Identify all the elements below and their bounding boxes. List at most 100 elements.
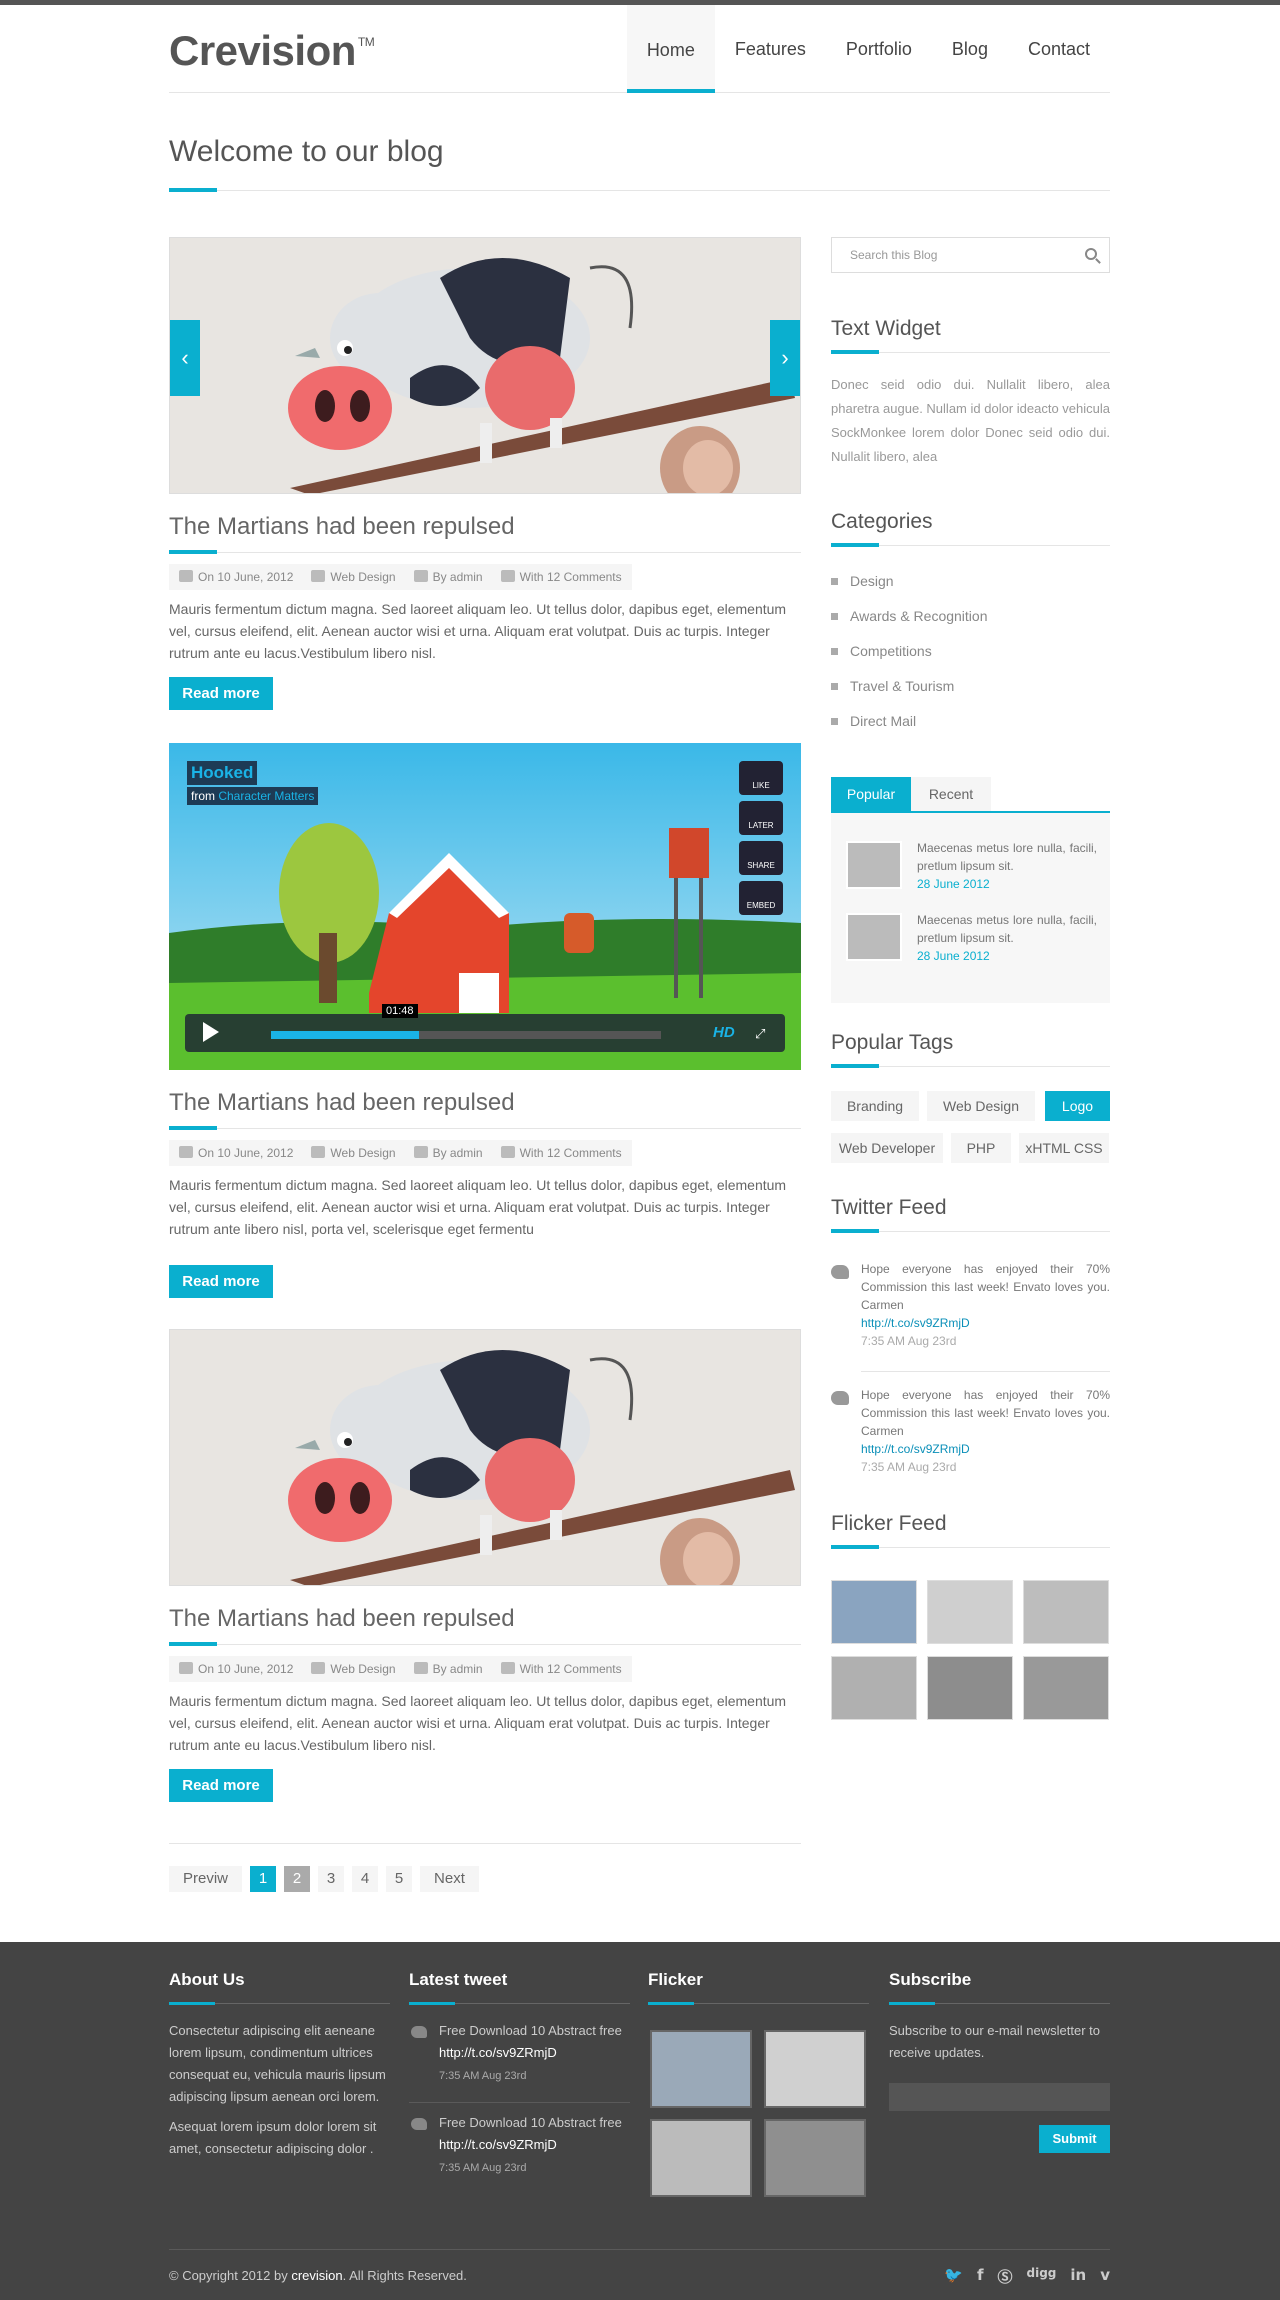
video-title[interactable]: Hooked (187, 761, 258, 785)
post-image-slider: ‹ › (169, 237, 801, 494)
video-time: 01:48 (382, 1004, 418, 1018)
post-author[interactable]: By admin (413, 570, 483, 584)
skype-icon[interactable]: Ⓢ (997, 2266, 1012, 2287)
tag-logo[interactable]: Logo (1045, 1091, 1110, 1121)
post-author[interactable]: By admin (413, 1662, 483, 1676)
footer-flicker-title: Flicker (648, 1970, 869, 2005)
site-logo[interactable]: Crevision TM (169, 27, 375, 75)
post-comments[interactable]: With 12 Comments (500, 1662, 622, 1676)
video-byline: from Character Matters (187, 787, 319, 805)
blog-post: ‹ › The Martians had been repulsed On 10… (169, 237, 801, 717)
popular-tags-title: Popular Tags (831, 1031, 1110, 1068)
blog-post: Hooked from Character Matters LIKE LATER… (169, 743, 801, 1298)
footer-tweet: Free Download 10 Abstract free http://t.c… (439, 2115, 622, 2174)
pagination-page-3[interactable]: 3 (318, 1866, 345, 1892)
read-more-button[interactable]: Read more (169, 1265, 273, 1298)
post-category[interactable]: Web Design (311, 1662, 396, 1676)
tag-branding[interactable]: Branding (831, 1091, 919, 1121)
like-button[interactable]: LIKE (739, 761, 783, 795)
footer-tweet: Free Download 10 Abstract free http://t.c… (439, 2023, 622, 2082)
social-links: 🐦 f Ⓢ digg in v (944, 2266, 1110, 2287)
post-category[interactable]: Web Design (311, 1146, 396, 1160)
calendar-icon (179, 1146, 193, 1158)
play-icon[interactable] (203, 1022, 219, 1042)
tag-web-developer[interactable]: Web Developer (831, 1133, 943, 1163)
submit-button[interactable]: Submit (1039, 2125, 1110, 2153)
post-category[interactable]: Web Design (311, 570, 396, 584)
post-title-underline (169, 1642, 217, 1646)
category-item[interactable]: Travel & Tourism (831, 678, 954, 694)
category-item[interactable]: Competitions (831, 643, 932, 659)
flickr-photo[interactable] (650, 2030, 752, 2108)
pagination-page-4[interactable]: 4 (352, 1866, 379, 1892)
flickr-photo[interactable] (831, 1656, 917, 1720)
post-title[interactable]: The Martians had been repulsed (169, 1089, 801, 1130)
post-thumbnail[interactable] (846, 841, 902, 889)
tab-recent[interactable]: Recent (911, 777, 991, 811)
twitter-icon[interactable]: 🐦 (944, 2266, 963, 2287)
pagination-prev[interactable]: Previw (169, 1866, 243, 1892)
footer-title-underline (169, 2002, 215, 2005)
popular-post[interactable]: Maecenas metus lore nulla, facili, pretl… (917, 911, 1097, 965)
video-progress-bar[interactable] (271, 1031, 661, 1039)
user-icon (413, 1662, 428, 1674)
post-author[interactable]: By admin (413, 1146, 483, 1160)
pagination-page-5[interactable]: 5 (386, 1866, 413, 1892)
flickr-photo[interactable] (764, 2119, 866, 2197)
tag-xhtml-css[interactable]: xHTML CSS (1019, 1133, 1109, 1163)
facebook-icon[interactable]: f (977, 2266, 984, 2287)
digg-icon[interactable]: digg (1027, 2266, 1057, 2287)
tab-popular[interactable]: Popular (831, 777, 911, 811)
flickr-photo[interactable] (1023, 1580, 1109, 1644)
categories-title: Categories (831, 510, 1110, 547)
nav-home[interactable]: Home (626, 5, 715, 93)
cow-illustration (170, 1330, 800, 1585)
flickr-photo[interactable] (927, 1656, 1013, 1720)
search-input[interactable]: Search this Blog (831, 237, 1110, 273)
post-thumbnail[interactable] (846, 913, 902, 961)
post-title[interactable]: The Martians had been repulsed (169, 1605, 801, 1646)
post-image (169, 1329, 801, 1586)
slider-next-button[interactable]: › (770, 320, 800, 396)
search-icon[interactable] (1085, 248, 1097, 260)
category-item[interactable]: Direct Mail (831, 713, 916, 729)
cow-illustration (170, 238, 800, 493)
flickr-photo[interactable] (1023, 1656, 1109, 1720)
linkedin-icon[interactable]: in (1070, 2266, 1086, 2287)
read-more-button[interactable]: Read more (169, 1769, 273, 1802)
comments-icon (500, 570, 515, 582)
read-more-button[interactable]: Read more (169, 677, 273, 710)
pagination-page-1[interactable]: 1 (250, 1866, 277, 1892)
category-item[interactable]: Design (831, 573, 894, 589)
category-item[interactable]: Awards & Recognition (831, 608, 987, 624)
popular-post[interactable]: Maecenas metus lore nulla, facili, pretl… (917, 839, 1097, 893)
flickr-photo[interactable] (831, 1580, 917, 1644)
pagination-next[interactable]: Next (420, 1866, 479, 1892)
embed-button[interactable]: EMBED (739, 881, 783, 915)
post-title[interactable]: The Martians had been repulsed (169, 513, 801, 554)
tag-web-design[interactable]: Web Design (927, 1091, 1035, 1121)
email-field[interactable] (889, 2083, 1110, 2111)
tweet-link[interactable]: http://t.co/sv9ZRmjD (861, 1316, 970, 1330)
fullscreen-icon[interactable]: ⤢ (755, 1026, 765, 1042)
copyright-brand-link[interactable]: crevision (291, 2268, 342, 2283)
hd-toggle[interactable]: HD (713, 1024, 735, 1041)
vimeo-icon[interactable]: v (1100, 2266, 1110, 2287)
copyright: © Copyright 2012 by crevision. All Right… (169, 2268, 467, 2283)
later-button[interactable]: LATER (739, 801, 783, 835)
pagination-page-2[interactable]: 2 (284, 1866, 311, 1892)
post-comments[interactable]: With 12 Comments (500, 1146, 622, 1160)
post-date: On 10 June, 2012 (179, 1662, 293, 1676)
post-comments[interactable]: With 12 Comments (500, 570, 622, 584)
nav-features[interactable]: Features (715, 5, 826, 93)
tweet-link[interactable]: http://t.co/sv9ZRmjD (439, 2045, 557, 2060)
slider-prev-button[interactable]: ‹ (170, 320, 200, 396)
tag-php[interactable]: PHP (951, 1133, 1011, 1163)
tweet-link[interactable]: http://t.co/sv9ZRmjD (861, 1442, 970, 1456)
share-button[interactable]: SHARE (739, 841, 783, 875)
video-player[interactable]: Hooked from Character Matters LIKE LATER… (169, 743, 801, 1070)
flickr-photo[interactable] (927, 1580, 1013, 1644)
flickr-photo[interactable] (650, 2119, 752, 2197)
flickr-photo[interactable] (764, 2030, 866, 2108)
tweet-link[interactable]: http://t.co/sv9ZRmjD (439, 2137, 557, 2152)
